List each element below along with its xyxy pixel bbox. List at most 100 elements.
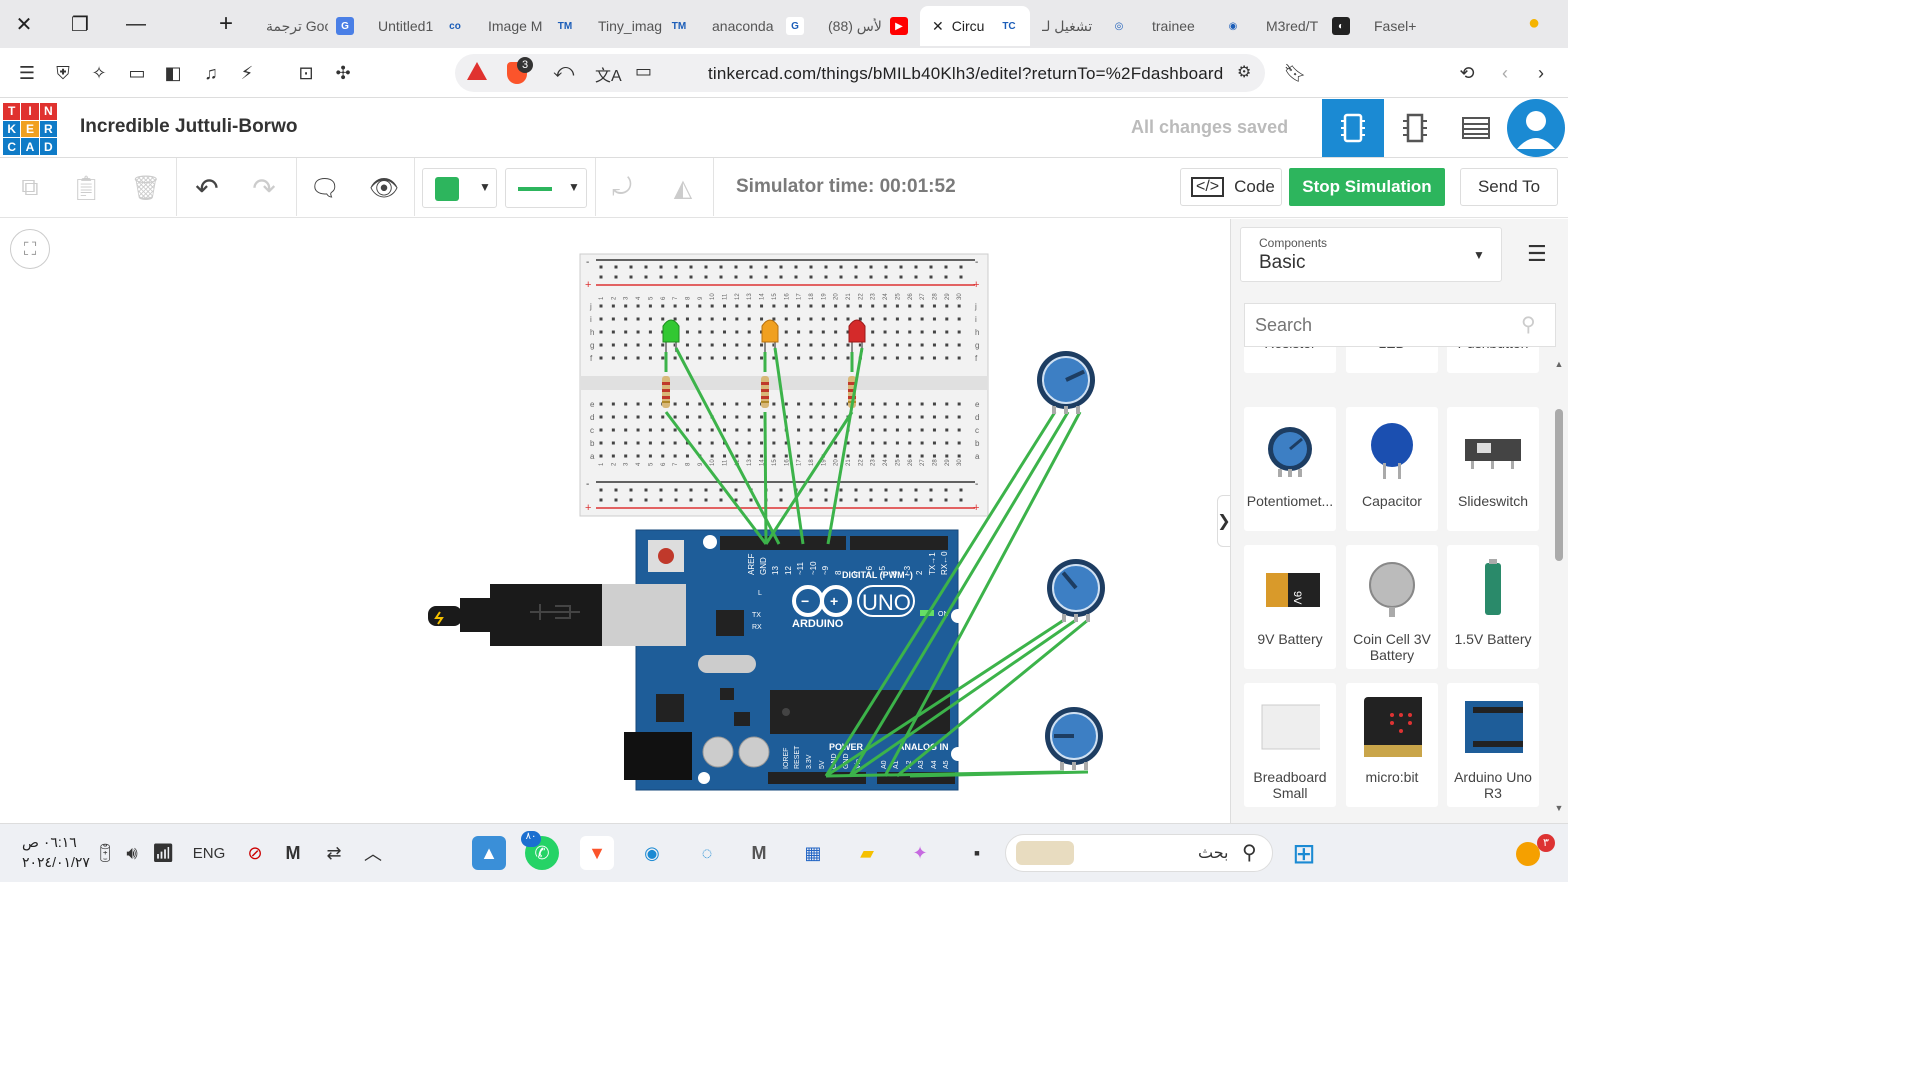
edge-app-icon[interactable]: ◉ [635, 836, 669, 870]
browser-tab[interactable]: trainee ◉ [1140, 6, 1254, 46]
volume-icon[interactable]: 🔊︎ [115, 836, 149, 870]
chat-app-icon[interactable]: ◌ [690, 836, 724, 870]
puzzle-icon[interactable]: ✣ [330, 60, 356, 86]
panel-scrollbar[interactable]: ▲ ▼ [1553, 359, 1565, 819]
copilot-app-icon[interactable]: ✦ [903, 836, 937, 870]
brave-app-icon[interactable]: ▼ [580, 836, 614, 870]
tinkercad-logo[interactable]: TIN KER CAD [3, 103, 57, 155]
wire-type-picker[interactable]: ▼ [505, 168, 587, 208]
component-card[interactable]: Capacitor [1346, 407, 1438, 531]
back-icon[interactable]: ‹ [1492, 60, 1518, 86]
redo-icon[interactable]: ↷ [244, 168, 284, 208]
music-icon[interactable]: ♫ [198, 60, 224, 86]
cast-icon[interactable]: ▭ [635, 61, 652, 82]
browser-tab[interactable]: (88) الأس ▶ [816, 6, 920, 46]
share-icon[interactable]: ⤺ [553, 60, 574, 83]
potentiometer[interactable] [1037, 351, 1095, 414]
circuit-canvas[interactable]: ⛶ 1 1 2 2 3 3 4 4 5 5 6 6 7 7 8 8 9 9 10 10 11 11 12 12 13 13 14 14… [0, 219, 1231, 823]
wire-color-picker[interactable]: ▼ [422, 168, 497, 208]
leaf-icon[interactable]: ⚡ [234, 60, 260, 86]
circuit-view-button[interactable] [1322, 99, 1384, 157]
browser-tab[interactable]: ترجمة Google G [254, 6, 366, 46]
store-app-icon[interactable]: ▦ [796, 836, 830, 870]
clock-date[interactable]: ٢٠٢٤/٠١/٢٧ [22, 854, 90, 871]
tabs-icon[interactable]: ▭ [124, 60, 150, 86]
forward-icon[interactable]: › [1528, 60, 1554, 86]
component-card[interactable]: Coin Cell 3V Battery [1346, 545, 1438, 669]
brave-rewards-icon[interactable] [467, 62, 487, 80]
component-card[interactable]: 1.5V Battery [1447, 545, 1539, 669]
browser-tab[interactable]: M3red/T ◐ [1254, 6, 1362, 46]
search-icon[interactable]: ⚲ [1521, 312, 1536, 337]
notes-icon[interactable]: 🗨︎ [305, 168, 345, 208]
component-card[interactable]: Potentiomet... [1244, 407, 1336, 531]
close-window-icon[interactable]: ✕ [0, 0, 48, 48]
scroll-down-icon[interactable]: ▼ [1553, 803, 1565, 813]
tray-app-icon[interactable]: ⊘ [238, 836, 272, 870]
start-button[interactable]: ⊞ [1287, 836, 1321, 870]
component-card[interactable]: Arduino Uno R3 [1447, 683, 1539, 807]
component-card[interactable]: Breadboard Small [1244, 683, 1336, 807]
photos-app-icon[interactable]: ▲ [472, 836, 506, 870]
explorer-app-icon[interactable]: ▰ [850, 836, 884, 870]
scroll-thumb[interactable] [1555, 409, 1563, 561]
menu-icon[interactable]: ☰ [14, 60, 40, 86]
tray-m-icon[interactable]: M [276, 836, 310, 870]
component-card[interactable]: 9V 9V Battery [1244, 545, 1336, 669]
mail-app-icon[interactable]: M [742, 836, 776, 870]
tray-expand-icon[interactable]: ︿ [356, 836, 390, 870]
project-name[interactable]: Incredible Juttuli-Borwo [80, 116, 297, 138]
screenshot-icon[interactable]: ⊡ [293, 60, 319, 86]
paste-icon[interactable]: 📋︎ [66, 168, 106, 208]
reload-icon[interactable]: ⟲ [1454, 60, 1480, 86]
taskbar-search[interactable]: بحث ⚲ [1005, 834, 1273, 872]
shield-icon[interactable]: ⛨ [50, 60, 76, 86]
flip-icon[interactable]: ◭ [663, 168, 703, 208]
language-indicator[interactable]: ENG [188, 836, 230, 870]
minimize-window-icon[interactable]: — [112, 0, 160, 48]
scroll-up-icon[interactable]: ▲ [1553, 359, 1565, 369]
user-avatar[interactable] [1507, 99, 1565, 157]
bookmark-icon[interactable]: 🔖︎ [1282, 60, 1308, 86]
browser-tab[interactable]: anaconda G [700, 6, 816, 46]
potentiometer[interactable] [1047, 559, 1105, 622]
wifi-icon[interactable]: 📶︎ [146, 836, 180, 870]
close-tab-icon[interactable]: ✕ [932, 18, 944, 35]
resistor[interactable] [662, 376, 670, 408]
new-tab-icon[interactable]: + [202, 0, 250, 48]
send-to-button[interactable]: Send To [1460, 168, 1558, 206]
component-card[interactable]: Slideswitch [1447, 407, 1539, 531]
translate-icon[interactable]: 文A [595, 62, 622, 86]
stop-simulation-button[interactable]: Stop Simulation [1289, 168, 1445, 206]
code-button[interactable]: </> Code [1180, 168, 1282, 206]
potentiometer[interactable] [1045, 707, 1103, 770]
schematic-view-button[interactable] [1384, 99, 1446, 157]
component-card[interactable]: Pushbutton [1447, 347, 1539, 373]
resistor[interactable] [761, 376, 769, 408]
search-input[interactable] [1245, 304, 1515, 346]
copy-icon[interactable]: ⧉ [10, 168, 50, 208]
undo-icon[interactable]: ↶ [187, 168, 227, 208]
rotate-icon[interactable]: ⤾ [602, 168, 642, 208]
component-card[interactable]: micro:bit [1346, 683, 1438, 807]
delete-icon[interactable]: 🗑︎ [126, 168, 166, 208]
component-list-view-button[interactable] [1445, 99, 1507, 157]
browser-tab[interactable]: Fasel+ [1362, 6, 1462, 46]
browser-tab[interactable]: Untitled1 co [366, 6, 476, 46]
components-category-select[interactable]: Components Basic ▼ [1240, 227, 1502, 282]
component-card[interactable]: Resistor [1244, 347, 1336, 373]
page-settings-icon[interactable]: ⚙ [1237, 62, 1251, 82]
list-view-icon[interactable]: ☰ [1527, 241, 1547, 267]
panel-collapse-handle[interactable]: ❯ [1217, 495, 1231, 547]
terminal-app-icon[interactable]: ▪ [960, 836, 994, 870]
browser-lightbulb-icon[interactable]: ● [1528, 12, 1540, 35]
restore-window-icon[interactable]: ❐ [56, 0, 104, 48]
clock-time[interactable]: ٠٦:١٦ ص [22, 834, 77, 851]
browser-tab[interactable]: Tiny_imag TM [586, 6, 700, 46]
browser-tab[interactable]: ✕ Circu TC [920, 6, 1030, 46]
browser-tab[interactable]: Image M TM [476, 6, 586, 46]
browser-tab[interactable]: تشغيل لـ ◎ [1030, 6, 1140, 46]
address-bar[interactable]: 3 ⤺ 文A ▭ tinkercad.com/things/bMILb40Klh… [455, 54, 1265, 92]
url-text[interactable]: tinkercad.com/things/bMILb40Klh3/editel?… [708, 64, 1223, 84]
breadboard[interactable]: 1122334455667788991010111112121313141415… [579, 253, 989, 517]
